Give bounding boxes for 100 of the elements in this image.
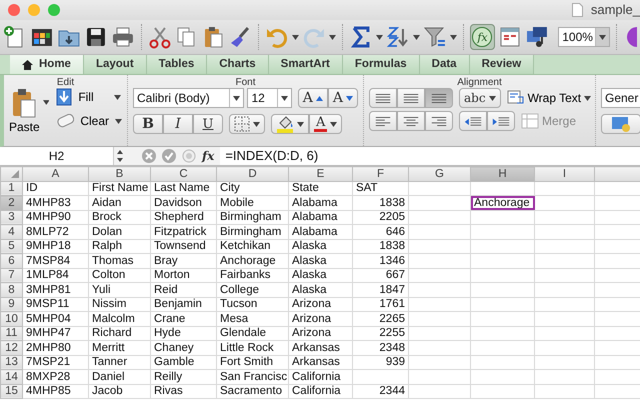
- row-header[interactable]: 11: [0, 326, 22, 340]
- column-header[interactable]: C: [150, 166, 216, 181]
- selected-cell[interactable]: Anchorage: [470, 196, 534, 210]
- table-cell: Davidson: [150, 196, 216, 210]
- orientation-button[interactable]: abc: [459, 88, 501, 108]
- caret-icon[interactable]: [584, 96, 592, 100]
- table-cell: 2205: [352, 210, 408, 224]
- align-bottom-button[interactable]: [425, 88, 453, 108]
- bold-button[interactable]: B: [133, 114, 163, 134]
- increase-indent-button[interactable]: [487, 111, 515, 131]
- column-header[interactable]: B: [88, 166, 150, 181]
- document-icon: [572, 3, 583, 17]
- align-middle-button[interactable]: [397, 88, 425, 108]
- table-cell: 1838: [352, 239, 408, 254]
- fill-button[interactable]: Fill: [56, 88, 122, 106]
- increase-font-button[interactable]: A: [298, 88, 328, 108]
- ribbon-tab[interactable]: Home: [10, 55, 84, 74]
- ribbon-tab[interactable]: Charts: [207, 55, 269, 74]
- caret-icon[interactable]: [599, 34, 606, 40]
- insert-function-button[interactable]: fx: [202, 150, 214, 162]
- italic-button[interactable]: I: [163, 114, 193, 134]
- ribbon-tab[interactable]: Tables: [146, 55, 208, 74]
- column-header[interactable]: F: [352, 166, 408, 181]
- table-coins-icon: [611, 116, 631, 132]
- caret-icon[interactable]: [376, 34, 383, 40]
- column-header[interactable]: H: [470, 166, 534, 181]
- zoom-field[interactable]: 100%: [558, 27, 610, 47]
- row-header[interactable]: 1: [0, 181, 22, 196]
- column-header[interactable]: A: [22, 166, 88, 181]
- toolbox-icon[interactable]: [498, 25, 522, 49]
- toggle-icon[interactable]: [182, 149, 196, 163]
- align-right-button[interactable]: [425, 111, 453, 131]
- row-header[interactable]: 6: [0, 254, 22, 268]
- table-cell: Benjamin: [150, 297, 216, 312]
- caret-icon[interactable]: [488, 96, 496, 100]
- name-box[interactable]: H2: [0, 147, 114, 165]
- decrease-indent-button[interactable]: [459, 111, 487, 131]
- align-left-button[interactable]: [369, 111, 397, 131]
- caret-icon[interactable]: [330, 122, 338, 126]
- column-header[interactable]: E: [288, 166, 352, 181]
- row-header[interactable]: 15: [0, 384, 22, 398]
- row-header[interactable]: 8: [0, 282, 22, 297]
- caret-icon[interactable]: [292, 34, 300, 40]
- printer-icon[interactable]: [110, 25, 135, 49]
- column-header[interactable]: I: [534, 166, 594, 181]
- table-cell: 4MHP90: [22, 210, 88, 224]
- underline-button[interactable]: U: [193, 114, 223, 134]
- table-cell: Ketchikan: [216, 239, 288, 254]
- ribbon-tab[interactable]: Review: [470, 55, 534, 74]
- align-center-button[interactable]: [397, 111, 425, 131]
- row-header[interactable]: 3: [0, 210, 22, 224]
- row-header[interactable]: 2: [0, 196, 22, 210]
- row-header[interactable]: 7: [0, 268, 22, 282]
- table-cell: Birmingham: [216, 210, 288, 224]
- row-header[interactable]: 14: [0, 370, 22, 384]
- font-name-field[interactable]: Calibri (Body): [133, 88, 244, 108]
- formula-field[interactable]: =INDEX(D:D, 6): [220, 147, 640, 165]
- decrease-font-button[interactable]: A: [328, 88, 358, 108]
- scissors-icon[interactable]: [148, 25, 172, 49]
- clear-button[interactable]: Clear: [56, 112, 122, 130]
- ribbon-tab[interactable]: Layout: [84, 55, 147, 74]
- ribbon-tab[interactable]: SmartArt: [268, 55, 343, 74]
- table-cell: 8MXP28: [22, 370, 88, 384]
- formula-builder-button[interactable]: fx: [470, 24, 496, 50]
- borders-button[interactable]: [229, 114, 265, 134]
- table-cell: 1761: [352, 297, 408, 312]
- caret-icon[interactable]: [114, 94, 121, 100]
- align-top-button[interactable]: [369, 88, 397, 108]
- caret-icon[interactable]: [42, 100, 50, 105]
- number-format-field[interactable]: Gener: [601, 88, 640, 108]
- row-header[interactable]: 5: [0, 239, 22, 254]
- column-header[interactable]: D: [216, 166, 288, 181]
- font-color-button[interactable]: A: [309, 114, 342, 134]
- row-header[interactable]: 13: [0, 355, 22, 370]
- table-cell: 646: [352, 224, 408, 239]
- wrap-text-button[interactable]: Wrap Text: [506, 89, 592, 107]
- row-header[interactable]: 9: [0, 297, 22, 312]
- paste-button[interactable]: Paste: [9, 88, 40, 136]
- caret-icon[interactable]: [412, 34, 420, 40]
- caret-icon[interactable]: [328, 34, 336, 40]
- conditional-format-button[interactable]: [601, 114, 640, 134]
- ribbon-tab[interactable]: Formulas: [342, 55, 420, 74]
- caret-icon[interactable]: [253, 122, 260, 126]
- caret-icon[interactable]: [115, 118, 122, 124]
- fill-color-button[interactable]: [271, 114, 309, 134]
- row-header[interactable]: 12: [0, 340, 22, 355]
- column-header[interactable]: G: [408, 166, 470, 181]
- ribbon-tab[interactable]: Data: [420, 55, 470, 74]
- media-icon[interactable]: [525, 25, 550, 49]
- caret-icon[interactable]: [233, 96, 240, 100]
- filter-icon[interactable]: [422, 25, 447, 49]
- select-all-button[interactable]: [0, 166, 22, 181]
- row-header[interactable]: 10: [0, 312, 22, 326]
- caret-icon[interactable]: [450, 34, 457, 40]
- caret-icon[interactable]: [280, 96, 288, 100]
- table-cell: 7MSP84: [22, 254, 88, 268]
- row-header[interactable]: 4: [0, 224, 22, 239]
- font-size-field[interactable]: 12: [247, 88, 292, 108]
- sort-icon[interactable]: [386, 25, 410, 49]
- caret-icon[interactable]: [297, 122, 304, 126]
